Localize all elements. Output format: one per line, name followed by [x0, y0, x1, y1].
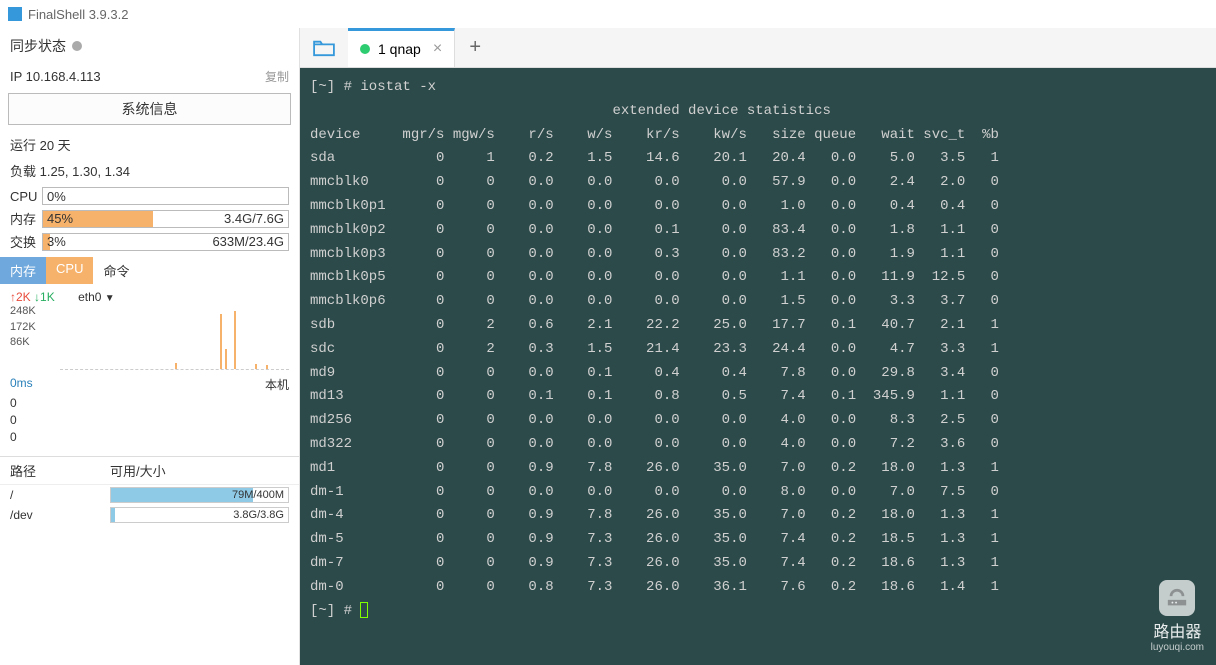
mem-pct: 45% — [43, 211, 73, 226]
cpu-pct: 0% — [43, 189, 66, 204]
uptime: 运行 20 天 — [0, 133, 299, 159]
load-average: 负载 1.25, 1.30, 1.34 — [0, 159, 299, 185]
cpu-metric: CPU 0% — [0, 185, 299, 207]
sidebar-tabs: 内存 CPU 命令 — [0, 257, 299, 284]
fs-col-usage: 可用/大小 — [110, 461, 166, 480]
sync-label: 同步状态 — [10, 36, 66, 56]
router-icon — [1159, 580, 1195, 616]
tab-cmd[interactable]: 命令 — [93, 257, 139, 284]
swap-right: 633M/23.4G — [212, 234, 284, 249]
swap-metric: 交换 3% 633M/23.4G — [0, 230, 299, 253]
app-title: FinalShell 3.9.3.2 — [28, 7, 128, 22]
titlebar: FinalShell 3.9.3.2 — [0, 0, 1216, 28]
folder-button[interactable] — [300, 28, 348, 67]
latency-row: 0ms 本机 — [0, 374, 299, 395]
net-down: ↓1K — [34, 290, 55, 304]
latency-ms: 0ms — [10, 376, 33, 393]
chevron-down-icon: ▼ — [105, 293, 115, 304]
close-icon[interactable]: × — [433, 40, 442, 58]
sync-dot-icon — [72, 41, 82, 51]
new-tab-button[interactable]: + — [455, 28, 495, 67]
net-up: ↑2K — [10, 290, 31, 304]
mem-metric: 内存 45% 3.4G/7.6G — [0, 207, 299, 230]
swap-pct: 3% — [43, 234, 66, 249]
mem-right: 3.4G/7.6G — [224, 211, 284, 226]
sync-status: 同步状态 — [0, 28, 299, 64]
system-info-button[interactable]: 系统信息 — [8, 93, 291, 125]
copy-button[interactable]: 复制 — [265, 68, 289, 85]
latency-values: 0 0 0 — [0, 395, 299, 449]
watermark: 路由器 luyouqi.com — [1151, 580, 1204, 653]
cpu-label: CPU — [10, 189, 42, 204]
tab-cpu[interactable]: CPU — [46, 257, 93, 284]
mem-label: 内存 — [10, 209, 42, 228]
fs-col-path: 路径 — [10, 461, 110, 480]
status-dot-icon — [360, 44, 370, 54]
ip-address: IP 10.168.4.113 — [10, 69, 101, 84]
filesystem-panel: 路径 可用/大小 / 79M/400M /dev 3.8G/3.8G — [0, 456, 299, 525]
terminal[interactable]: [~] # iostat -x extended device statisti… — [300, 68, 1216, 665]
net-iface[interactable]: eth0 ▼ — [78, 290, 115, 304]
tab-mem[interactable]: 内存 — [0, 257, 46, 284]
swap-label: 交换 — [10, 232, 42, 251]
content: 1 qnap × + [~] # iostat -x extended devi… — [300, 28, 1216, 665]
tab-label: 1 qnap — [378, 41, 421, 57]
network-graph: ↑2K ↓1K eth0 ▼ 248K 172K 86K — [0, 284, 299, 374]
app-icon — [8, 7, 22, 21]
terminal-tab[interactable]: 1 qnap × — [348, 28, 455, 67]
sidebar: 同步状态 IP 10.168.4.113 复制 系统信息 运行 20 天 负载 … — [0, 28, 300, 665]
latency-host: 本机 — [265, 376, 289, 393]
fs-row[interactable]: / 79M/400M — [0, 485, 299, 505]
fs-row[interactable]: /dev 3.8G/3.8G — [0, 505, 299, 525]
tab-bar: 1 qnap × + — [300, 28, 1216, 68]
